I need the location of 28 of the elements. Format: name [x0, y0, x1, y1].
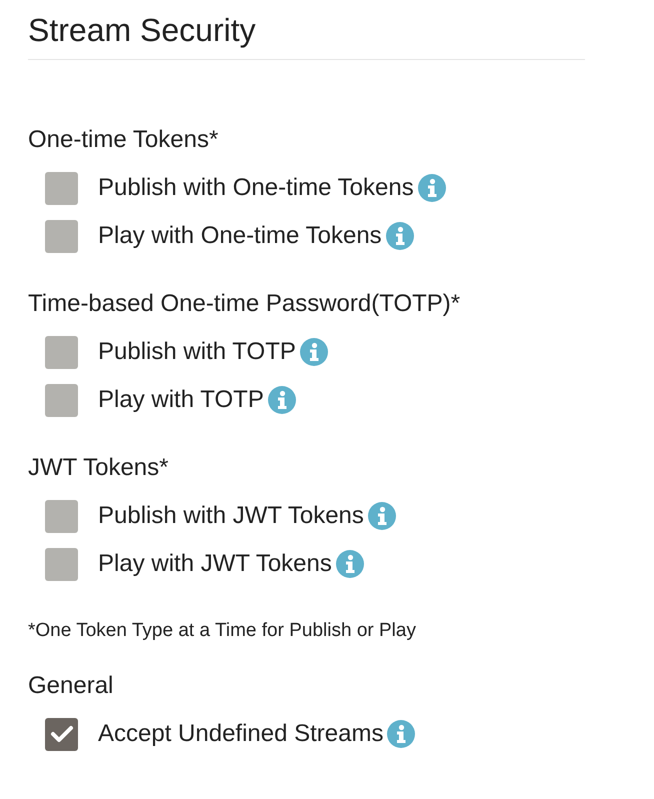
section-heading: Time-based One-time Password(TOTP)*	[28, 290, 462, 318]
check-icon	[50, 724, 74, 744]
checkbox[interactable]	[45, 172, 78, 204]
section-heading: General	[28, 672, 114, 700]
option-label: Publish with One-time Tokens	[98, 174, 414, 202]
info-icon[interactable]	[387, 720, 416, 748]
checkbox[interactable]	[45, 500, 78, 532]
info-icon[interactable]	[336, 550, 364, 578]
option-label: Play with TOTP	[98, 386, 264, 414]
checkbox[interactable]	[45, 336, 78, 368]
section-heading: One-time Tokens*	[28, 126, 220, 154]
info-icon[interactable]	[386, 222, 414, 250]
option-label: Play with One-time Tokens	[98, 222, 382, 250]
option-label: Play with JWT Tokens	[98, 550, 332, 578]
option-label: Publish with JWT Tokens	[98, 502, 364, 530]
option-label: Publish with TOTP	[98, 338, 296, 366]
checkbox[interactable]	[45, 384, 78, 416]
checkbox[interactable]	[45, 548, 78, 580]
checkbox[interactable]	[45, 220, 78, 252]
checkbox[interactable]	[45, 718, 78, 750]
page-title: Stream Security	[28, 12, 585, 60]
info-icon[interactable]	[268, 386, 296, 414]
footnote: *One Token Type at a Time for Publish or Play	[28, 620, 417, 642]
info-icon[interactable]	[418, 174, 446, 202]
option-label: Accept Undefined Streams	[98, 720, 384, 748]
section-heading: JWT Tokens*	[28, 454, 170, 482]
info-icon[interactable]	[300, 338, 328, 366]
info-icon[interactable]	[368, 502, 396, 530]
